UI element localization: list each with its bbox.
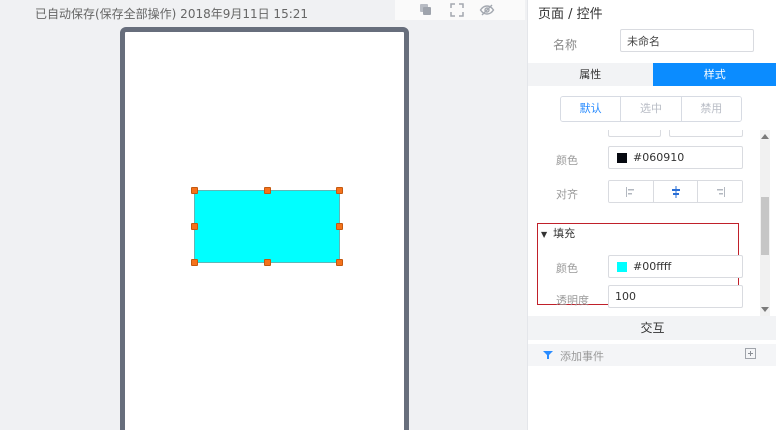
tab-style[interactable]: 样式 (652, 63, 776, 86)
text-color-value: #060910 (633, 151, 685, 164)
canvas-toolbar (395, 0, 525, 20)
properties-panel: 页面 / 控件 名称 属性 样式 默认 选中 禁用 颜色 #060910 对齐 (527, 0, 776, 430)
fill-color-field[interactable]: #00ffff (608, 255, 743, 278)
selected-rectangle-shape[interactable] (194, 190, 340, 263)
fill-color-value: #00ffff (633, 260, 672, 273)
align-left-button[interactable] (609, 181, 653, 202)
style-scroll-region: 颜色 #060910 对齐 ▼ 填充 颜色 #00ffff 透明度 100 (528, 130, 776, 316)
caret-down-icon: ▼ (541, 230, 548, 239)
font-style-field[interactable] (669, 130, 743, 137)
add-event-row[interactable]: 添加事件 (528, 344, 776, 366)
funnel-icon (543, 351, 553, 359)
resize-handle-bottom-left[interactable] (191, 259, 198, 266)
interaction-section-title: 交互 (528, 316, 776, 340)
tab-properties[interactable]: 属性 (528, 63, 653, 86)
panel-tabs: 属性 样式 (528, 63, 776, 86)
align-left-icon (625, 186, 634, 197)
fill-title: 填充 (553, 227, 576, 240)
align-center-button[interactable] (652, 181, 698, 202)
text-color-swatch (617, 153, 627, 163)
scrollbar-thumb[interactable] (761, 197, 769, 255)
fill-color-swatch (617, 262, 627, 272)
autosave-status: 已自动保存(保存全部操作) 2018年9月11日 15:21 (35, 7, 309, 21)
resize-handle-bottom[interactable] (264, 259, 271, 266)
align-button-group (608, 180, 743, 203)
resize-handle-top[interactable] (264, 187, 271, 194)
align-right-button[interactable] (697, 181, 742, 202)
scroll-down-icon[interactable] (761, 307, 769, 312)
fill-color-label: 颜色 (556, 262, 578, 275)
fill-section-header[interactable]: ▼ 填充 (541, 225, 575, 241)
resize-handle-right[interactable] (336, 223, 343, 230)
resize-handle-bottom-right[interactable] (336, 259, 343, 266)
name-input[interactable] (620, 29, 754, 52)
state-disabled-button[interactable]: 禁用 (680, 97, 741, 121)
align-center-icon (671, 185, 680, 198)
text-color-field[interactable]: #060910 (608, 146, 743, 169)
fullscreen-icon[interactable] (449, 2, 465, 18)
opacity-input[interactable]: 100 (608, 285, 743, 308)
font-size-field[interactable] (608, 130, 661, 137)
align-right-icon (717, 186, 726, 197)
align-label: 对齐 (556, 188, 578, 201)
panel-title: 页面 / 控件 (538, 7, 603, 22)
name-label: 名称 (553, 38, 578, 52)
state-selected-button[interactable]: 选中 (620, 97, 681, 121)
editor-canvas-area: 已自动保存(保存全部操作) 2018年9月11日 15:21 (0, 0, 527, 430)
state-segmented-control: 默认 选中 禁用 (560, 96, 742, 122)
scroll-up-icon[interactable] (761, 134, 769, 139)
add-event-plus-icon[interactable] (745, 348, 756, 359)
add-event-label: 添加事件 (560, 350, 604, 363)
resize-handle-left[interactable] (191, 223, 198, 230)
layers-icon[interactable] (417, 2, 433, 18)
hide-eye-icon[interactable] (479, 2, 495, 18)
opacity-label: 透明度 (556, 294, 589, 307)
text-color-label: 颜色 (556, 154, 578, 167)
resize-handle-top-left[interactable] (191, 187, 198, 194)
resize-handle-top-right[interactable] (336, 187, 343, 194)
state-default-button[interactable]: 默认 (561, 97, 621, 121)
panel-scrollbar[interactable] (760, 130, 770, 316)
